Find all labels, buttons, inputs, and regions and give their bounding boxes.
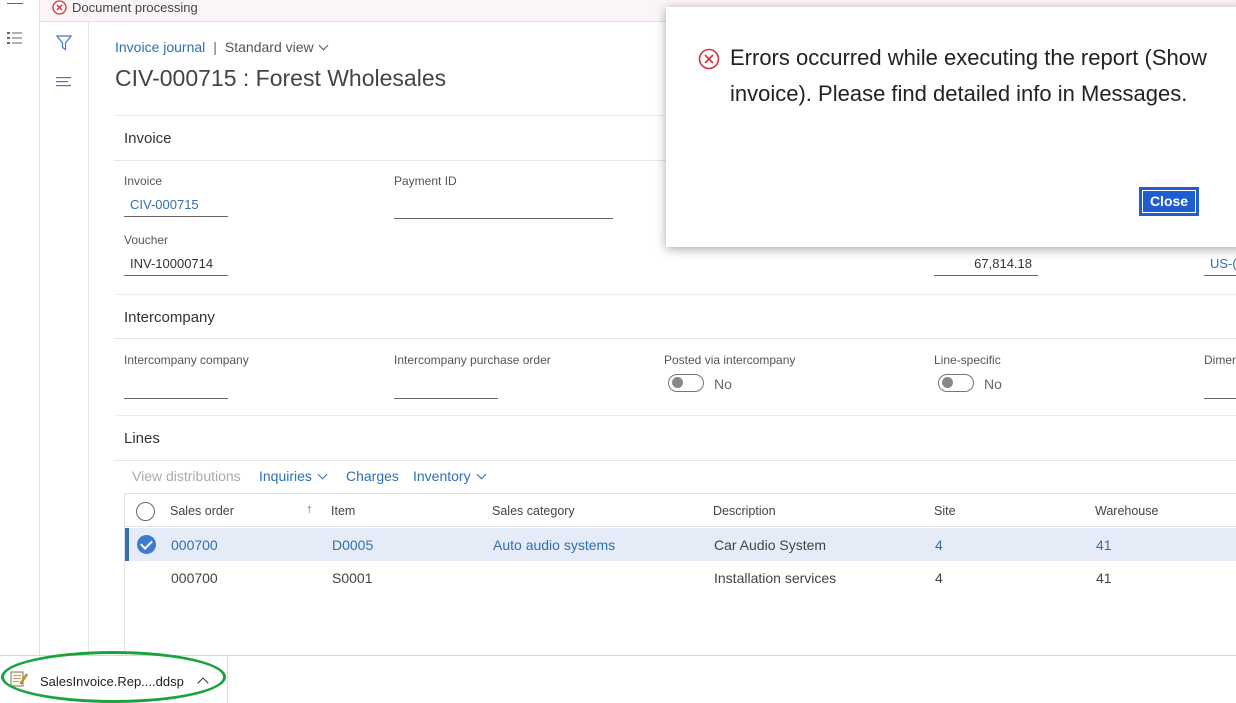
line-specific-toggle[interactable] [938,374,974,392]
navigation-rail [0,0,40,655]
inquiries-label: Inquiries [259,468,312,484]
inventory-label: Inventory [413,468,471,484]
line-specific-label: Line-specific [934,353,1001,367]
hamburger-icon[interactable] [7,0,23,4]
dimension-field[interactable] [1204,377,1236,399]
inquiries-menu[interactable]: Inquiries [259,468,328,484]
intercompany-po-field[interactable] [394,377,498,399]
intercompany-company-field[interactable] [124,377,228,399]
banner-label: Document processing [72,0,198,15]
payment-id-field[interactable] [394,197,613,219]
error-message: Errors occurred while executing the repo… [730,45,1207,106]
chevron-down-icon [317,469,328,480]
line-specific-value: No [984,376,1002,392]
cell-description: Installation services [714,570,837,586]
intercompany-po-label: Intercompany purchase order [394,353,551,367]
payment-id-label: Payment ID [394,174,457,188]
breadcrumb-separator: | [213,39,217,55]
error-icon [52,0,67,15]
table-row[interactable]: 000700 D0005 Auto audio systems Car Audi… [125,528,1236,561]
breadcrumb: Invoice journal | Standard view [115,39,329,55]
voucher-label: Voucher [124,233,169,247]
cell-site[interactable]: 4 [935,537,943,553]
invoice-section-heading[interactable]: Invoice [114,130,172,147]
cell-sales-category[interactable]: Auto audio systems [493,537,615,553]
app-window: Document processing Invoice journal | Stan… [0,0,1236,703]
chevron-down-icon[interactable] [318,40,329,51]
cell-warehouse: 41 [1096,570,1112,586]
select-all-checkbox[interactable] [136,502,155,521]
column-description[interactable]: Description [713,504,776,518]
invoice-label: Invoice [124,174,163,188]
cell-item: S0001 [332,570,373,586]
chevron-down-icon [476,469,487,480]
inventory-menu[interactable]: Inventory [413,468,487,484]
table-row[interactable]: 000700 S0001 Installation services 4 41 [125,561,1236,594]
intercompany-section: Intercompany Intercompany company Interc… [114,294,1236,408]
cell-sales-order: 000700 [171,570,218,586]
lines-section-heading[interactable]: Lines [114,430,160,447]
cell-sales-order[interactable]: 000700 [171,537,218,553]
grid-header: Sales order ↑ Item Sales category Descri… [125,494,1236,527]
divider [114,460,1236,461]
view-selector[interactable]: Standard view [225,39,314,55]
lines-grid: Sales order ↑ Item Sales category Descri… [124,493,1236,653]
cell-warehouse[interactable]: 41 [1096,537,1112,553]
breadcrumb-invoice-journal[interactable]: Invoice journal [115,39,205,55]
page-title: CIV-000715 : Forest Wholesales [115,65,447,91]
intercompany-company-label: Intercompany company [124,353,249,367]
sort-ascending-icon[interactable]: ↑ [306,502,312,516]
intercompany-section-heading[interactable]: Intercompany [114,309,215,326]
cell-item[interactable]: D0005 [332,537,373,553]
details-icon[interactable] [56,76,72,88]
cell-description: Car Audio System [714,537,827,553]
column-sales-order[interactable]: Sales order [170,504,234,518]
download-bar: SalesInvoice.Rep....ddsp [0,651,1236,703]
action-rail [40,22,89,655]
cell-site: 4 [935,570,943,586]
invoice-field[interactable]: CIV-000715 [124,195,228,217]
download-item[interactable]: SalesInvoice.Rep....ddsp [0,651,228,703]
posted-via-intercompany-label: Posted via intercompany [664,353,796,367]
dimension-label: Dimer [1204,353,1236,367]
posted-via-intercompany-value: No [714,376,732,392]
partial-link-field[interactable]: US-( [1204,254,1236,276]
highlight-ellipse [1,651,226,703]
list-view-icon[interactable] [7,31,23,50]
charges-button[interactable]: Charges [346,468,399,484]
divider [114,338,1236,339]
error-icon [698,48,720,70]
column-site[interactable]: Site [934,504,956,518]
filter-icon[interactable] [56,35,72,51]
column-warehouse[interactable]: Warehouse [1095,504,1158,518]
view-distributions-button[interactable]: View distributions [132,468,241,484]
row-selected-checkbox[interactable] [137,535,156,554]
posted-via-intercompany-toggle[interactable] [668,374,704,392]
column-item[interactable]: Item [331,504,355,518]
column-sales-category[interactable]: Sales category [492,504,575,518]
close-button[interactable]: Close [1139,187,1199,216]
error-dialog: Errors occurred while executing the repo… [666,7,1236,247]
voucher-field[interactable]: INV-10000714 [124,254,228,276]
amount-field[interactable]: 67,814.18 [934,254,1038,276]
